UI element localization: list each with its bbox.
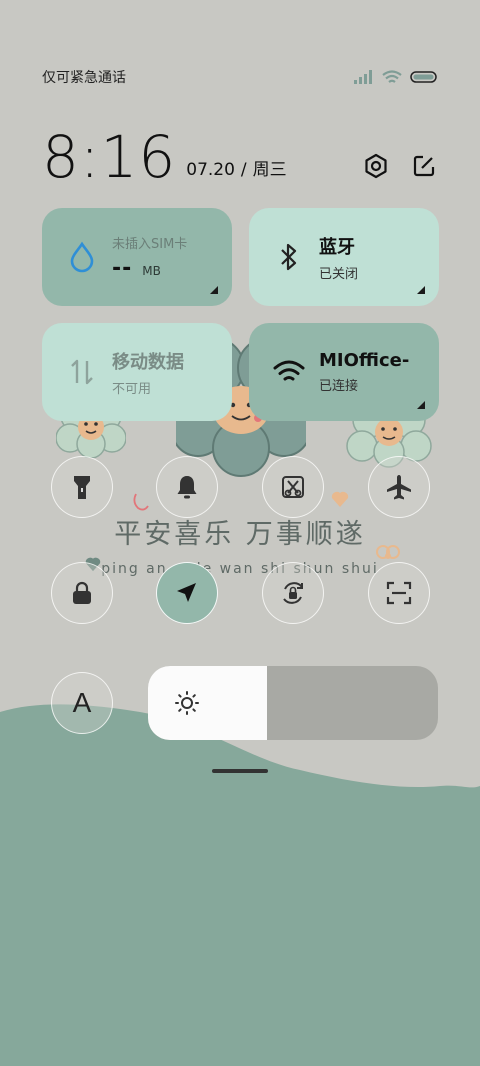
airplane-icon — [387, 475, 411, 500]
swirl-icon — [133, 493, 149, 511]
date-separator: / — [240, 160, 247, 180]
mobile-data-title: 移动数据 — [112, 351, 184, 373]
date-text: 07.20 — [186, 160, 235, 180]
flashlight-toggle[interactable] — [51, 456, 113, 518]
data-usage-tile[interactable]: 未插入SIM卡 -- MB — [42, 208, 232, 306]
clock-time: 8:16 — [42, 123, 177, 191]
clock-row: 8:16 07.20/周三 — [42, 122, 438, 186]
lock-icon — [73, 581, 91, 604]
clock-date: 07.20/周三 — [186, 155, 286, 180]
bluetooth-tile[interactable]: 蓝牙 已关闭 — [249, 208, 439, 306]
settings-button[interactable] — [362, 152, 390, 180]
mobile-data-status: 不可用 — [112, 381, 152, 397]
carrier-status-text: 仅可紧急通话 — [42, 70, 126, 86]
expand-corner-icon — [210, 286, 218, 294]
wifi-icon — [382, 69, 402, 83]
status-bar: 仅可紧急通话 — [42, 66, 438, 88]
data-usage-value: -- — [112, 256, 133, 281]
lock-screen-button[interactable] — [51, 562, 113, 624]
wallpaper-slogan: 平安喜乐 万事顺遂 — [114, 519, 366, 550]
scan-toggle[interactable] — [368, 562, 430, 624]
panel-drag-handle[interactable] — [212, 769, 268, 773]
signal-icon — [354, 70, 372, 84]
wifi-status: 已连接 — [319, 379, 359, 394]
scan-icon — [386, 581, 412, 605]
wifi-icon — [273, 356, 305, 388]
clock-actions — [362, 152, 438, 180]
rotation-lock-icon — [283, 582, 303, 604]
screenshot-toggle[interactable] — [262, 456, 324, 518]
settings-icon — [365, 153, 387, 179]
weekday-text: 周三 — [252, 160, 287, 180]
sun-icon — [175, 691, 199, 715]
brightness-slider-fill — [148, 666, 267, 740]
data-arrows-icon — [66, 356, 98, 388]
location-icon — [177, 583, 196, 602]
water-drop-icon — [66, 241, 98, 273]
auto-brightness-label: A — [72, 687, 92, 718]
mobile-data-tile[interactable]: 移动数据 不可用 — [42, 323, 232, 421]
wifi-tile[interactable]: MIOffice- 已连接 — [249, 323, 439, 421]
brightness-slider[interactable] — [148, 666, 438, 740]
bluetooth-icon — [273, 241, 305, 273]
bluetooth-title: 蓝牙 — [319, 236, 355, 258]
wifi-network-name: MIOffice- — [319, 350, 410, 371]
bluetooth-status: 已关闭 — [319, 266, 359, 282]
screenshot-icon — [282, 476, 304, 498]
bell-icon — [177, 476, 197, 499]
airplane-mode-toggle[interactable] — [368, 456, 430, 518]
heart-icon — [331, 491, 349, 507]
sound-toggle[interactable] — [156, 456, 218, 518]
location-toggle[interactable] — [156, 562, 218, 624]
sim-status-text: 未插入SIM卡 — [112, 237, 188, 252]
auto-brightness-toggle[interactable]: A — [51, 672, 113, 734]
battery-icon — [410, 71, 437, 83]
rotation-lock-toggle[interactable] — [262, 562, 324, 624]
data-usage-unit: MB — [142, 264, 161, 278]
flashlight-icon — [74, 476, 90, 499]
expand-corner-icon — [417, 286, 425, 294]
expand-corner-icon — [417, 401, 425, 409]
edit-button[interactable] — [410, 152, 438, 180]
edit-icon — [413, 155, 435, 177]
status-icons — [354, 69, 438, 85]
